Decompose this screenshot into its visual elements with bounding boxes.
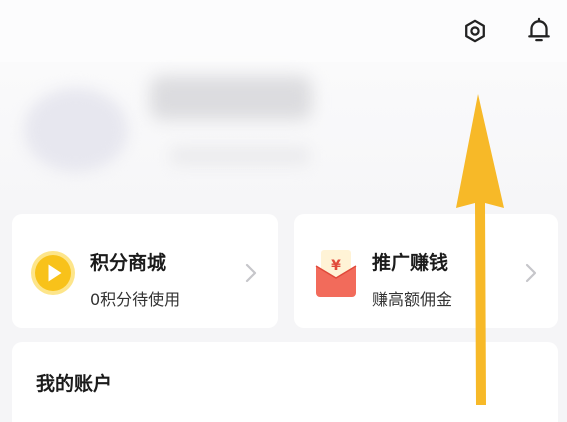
coin-play-icon (31, 251, 75, 295)
red-packet-icon: ¥ (315, 250, 357, 297)
user-name (150, 76, 312, 120)
bell-icon[interactable] (524, 14, 554, 48)
card-title: 推广赚钱 (372, 252, 449, 274)
chevron-right-icon (245, 263, 257, 283)
top-bar (0, 0, 567, 62)
chevron-right-icon (525, 263, 537, 283)
user-subtitle (170, 146, 310, 166)
svg-text:¥: ¥ (331, 258, 341, 274)
points-mall-card[interactable]: 积分商城 0积分待使用 (12, 214, 278, 328)
card-title: 积分商城 (90, 252, 167, 274)
avatar[interactable] (24, 88, 128, 172)
gear-icon[interactable] (460, 14, 490, 48)
card-subtitle: 赚高额佣金 (372, 290, 453, 309)
section-title: 我的账户 (36, 373, 113, 395)
my-account-section: 我的账户 (12, 342, 558, 422)
profile-header[interactable] (0, 62, 567, 210)
card-subtitle: 0积分待使用 (90, 290, 181, 309)
promote-earn-card[interactable]: ¥ 推广赚钱 赚高额佣金 (294, 214, 558, 328)
